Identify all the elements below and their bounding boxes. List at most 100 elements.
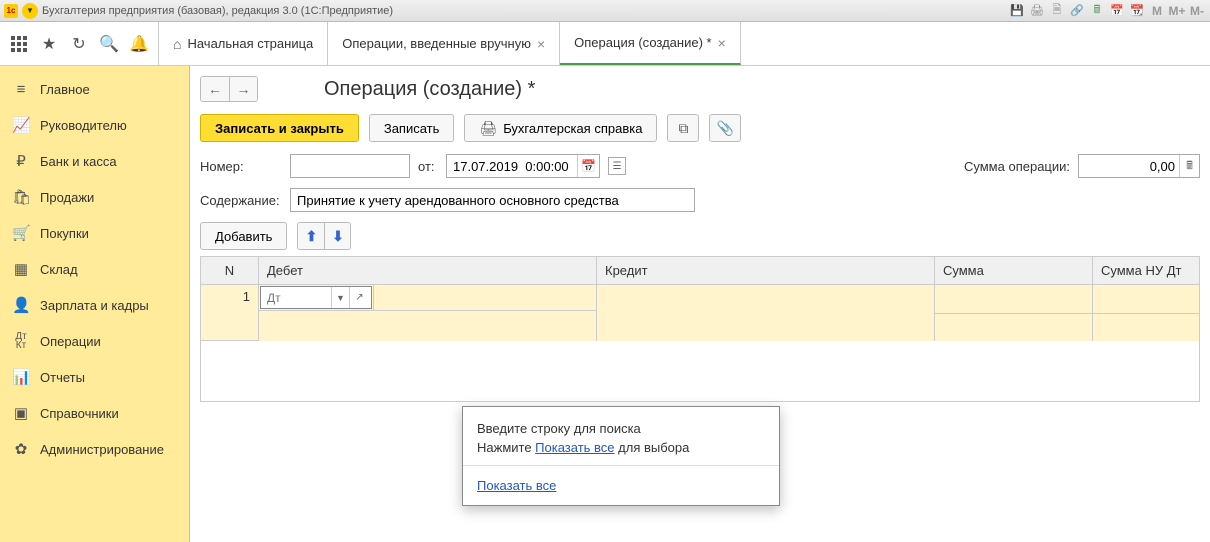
sidebar-item-label: Администрирование [40, 442, 164, 457]
calc-icon[interactable]: 🖩 [1088, 3, 1106, 19]
tab-label: Операция (создание) * [574, 35, 711, 50]
move-down-button[interactable]: ⬇ [324, 223, 350, 249]
close-icon[interactable]: × [718, 35, 726, 51]
sidebar-item-purchases[interactable]: 🛒 Покупки [0, 215, 189, 251]
show-all-footer-link[interactable]: Показать все [477, 478, 556, 493]
tab-operations-manual[interactable]: Операции, введенные вручную × [328, 22, 560, 65]
attach-button[interactable]: 📎 [709, 114, 741, 142]
print-icon: 🖨 [479, 120, 497, 137]
bell-icon[interactable]: 🔔 [128, 33, 150, 55]
save-close-button[interactable]: Записать и закрыть [200, 114, 359, 142]
sidebar-item-label: Зарплата и кадры [40, 298, 149, 313]
tree-icon: ⧉ [678, 120, 688, 137]
apps-icon[interactable] [8, 33, 30, 55]
star-icon[interactable]: ★ [38, 33, 60, 55]
sum-input[interactable] [1079, 155, 1179, 177]
sum-field: 🖩 [1078, 154, 1200, 178]
grid-icon: ▦ [12, 260, 30, 278]
titlebar-dropdown-icon[interactable]: ▼ [22, 3, 38, 19]
sidebar-item-admin[interactable]: ✿ Администрирование [0, 431, 189, 467]
history-icon[interactable]: ↻ [68, 33, 90, 55]
tab-home-label: Начальная страница [187, 36, 313, 51]
btn-label: Бухгалтерская справка [503, 121, 642, 136]
debit-account-input[interactable] [261, 287, 331, 308]
cell-blank [259, 311, 596, 341]
sidebar-item-hr[interactable]: 👤Зарплата и кадры [0, 287, 189, 323]
chevron-down-icon[interactable]: ▼ [331, 287, 349, 308]
sidebar-item-main[interactable]: ≡Главное [0, 72, 189, 107]
sidebar-item-directories[interactable]: ▣ Справочники [0, 395, 189, 431]
top-toolbar: ★ ↻ 🔍 🔔 ⌂ Начальная страница Операции, в… [0, 22, 1210, 66]
label-sum: Сумма операции: [964, 159, 1070, 174]
m-plus-button[interactable]: M+ [1168, 3, 1186, 19]
close-icon[interactable]: × [537, 36, 545, 52]
cart-icon: 🛒 [12, 224, 30, 242]
sidebar-item-label: Покупки [40, 226, 89, 241]
col-debit: Дебет [259, 257, 597, 284]
calendar-picker-icon[interactable]: 📅 [577, 155, 599, 177]
sidebar-item-operations[interactable]: ДтКтОперации [0, 323, 189, 359]
accounting-report-button[interactable]: 🖨 Бухгалтерская справка [464, 114, 657, 142]
open-dialog-icon[interactable]: ↗ [349, 287, 369, 308]
sidebar-item-label: Отчеты [40, 370, 85, 385]
label-content: Содержание: [200, 193, 282, 208]
add-button[interactable]: Добавить [200, 222, 287, 250]
titlebar-tools: 💾 🖨 🗎 🔗 🖩 📅 📆 M M+ M- [1008, 3, 1206, 19]
cell-blank [373, 285, 596, 310]
cell-sum[interactable] [935, 285, 1093, 341]
tab-operation-create[interactable]: Операция (создание) * × [560, 22, 741, 65]
app-title: Бухгалтерия предприятия (базовая), редак… [42, 5, 1004, 17]
compare-icon[interactable]: 🗎 [1048, 3, 1066, 19]
gear-icon: ✿ [12, 440, 30, 458]
col-sumnu: Сумма НУ Дт [1093, 257, 1199, 284]
sidebar: ≡Главное 📈Руководителю ₽Банк и касса 🛍Пр… [0, 66, 190, 542]
col-n: N [201, 257, 259, 284]
save-button[interactable]: Записать [369, 114, 455, 142]
table-empty-area [201, 341, 1199, 401]
sidebar-item-label: Главное [40, 82, 90, 97]
cell-sumnu[interactable] [1093, 285, 1199, 341]
tab-home[interactable]: ⌂ Начальная страница [159, 22, 328, 65]
sidebar-item-manager[interactable]: 📈Руководителю [0, 107, 189, 143]
book-icon: ▣ [12, 404, 30, 422]
toolbar-icons: ★ ↻ 🔍 🔔 [0, 22, 159, 65]
link-icon[interactable]: 🔗 [1068, 3, 1086, 19]
cell-credit[interactable] [597, 285, 935, 341]
m-button[interactable]: M [1148, 3, 1166, 19]
sidebar-item-label: Справочники [40, 406, 119, 421]
sidebar-item-warehouse[interactable]: ▦Склад [0, 251, 189, 287]
date-input[interactable] [447, 155, 577, 177]
calendar-icon[interactable]: 📅 [1108, 3, 1126, 19]
move-up-button[interactable]: ⬆ [298, 223, 324, 249]
bag-icon: 🛍 [12, 188, 30, 206]
app-logo-icon: 1c [4, 4, 18, 18]
number-input[interactable] [290, 154, 410, 178]
structure-button[interactable]: ⧉ [667, 114, 699, 142]
m-minus-button[interactable]: M- [1188, 3, 1206, 19]
chart-icon: 📈 [12, 116, 30, 134]
bars-icon: 📊 [12, 368, 30, 386]
col-credit: Кредит [597, 257, 935, 284]
save-icon[interactable]: 💾 [1008, 3, 1026, 19]
titlebar: 1c ▼ Бухгалтерия предприятия (базовая), … [0, 0, 1210, 22]
entries-table: N Дебет Кредит Сумма Сумма НУ Дт 1 ▼ ↗ [200, 256, 1200, 402]
cell-debit: ▼ ↗ [259, 285, 597, 341]
list-mode-icon[interactable]: ☰ [608, 157, 626, 175]
search-icon[interactable]: 🔍 [98, 33, 120, 55]
forward-button[interactable]: → [229, 77, 257, 101]
back-button[interactable]: ← [201, 77, 229, 101]
popup-hint1: Введите строку для поиска [477, 421, 765, 436]
sidebar-item-reports[interactable]: 📊 Отчеты [0, 359, 189, 395]
date-icon[interactable]: 📆 [1128, 3, 1146, 19]
popup-hint2: Нажмите Показать все для выбора [477, 440, 765, 455]
show-all-link[interactable]: Показать все [535, 440, 614, 455]
lookup-popup: Введите строку для поиска Нажмите Показа… [462, 406, 780, 506]
print-icon[interactable]: 🖨 [1028, 3, 1046, 19]
content-input[interactable] [290, 188, 695, 212]
calculator-icon[interactable]: 🖩 [1179, 155, 1199, 177]
nav-history: ← → [200, 76, 258, 102]
sidebar-item-sales[interactable]: 🛍Продажи [0, 179, 189, 215]
dtkt-icon: ДтКт [12, 332, 30, 350]
table-row[interactable]: 1 ▼ ↗ [201, 285, 1199, 341]
sidebar-item-bank[interactable]: ₽Банк и касса [0, 143, 189, 179]
